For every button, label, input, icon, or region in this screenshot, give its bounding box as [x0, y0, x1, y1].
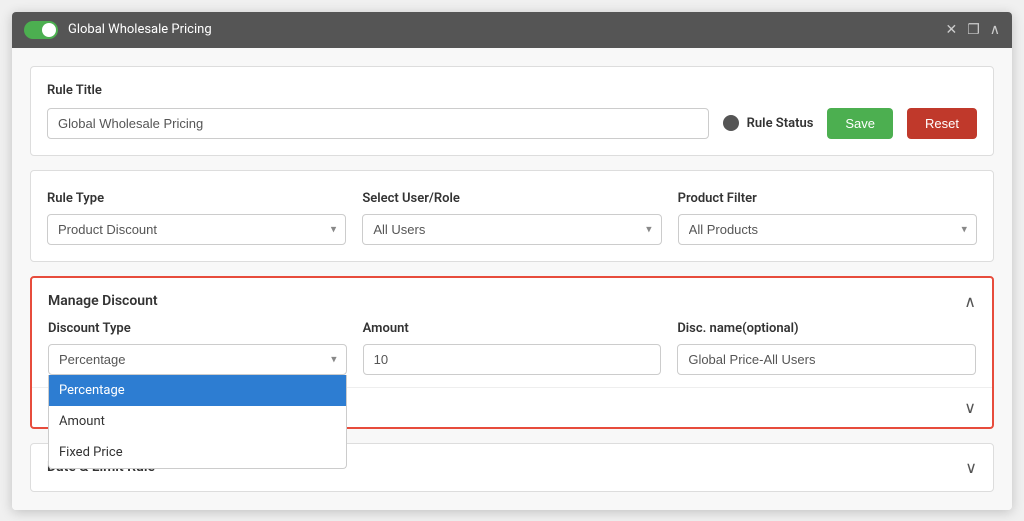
- rule-type-field: Rule Type Product Discount Fixed Price P…: [47, 191, 346, 245]
- titlebar-controls: ✕ ❐ ∧: [945, 22, 1000, 38]
- date-limit-chevron-icon[interactable]: ∨: [965, 458, 977, 477]
- disc-name-field: Disc. name(optional): [677, 321, 976, 375]
- discount-row: Discount Type Percentage Amount Fixed Pr…: [48, 321, 976, 375]
- discount-type-field: Discount Type Percentage Amount Fixed Pr…: [48, 321, 347, 375]
- save-button[interactable]: Save: [827, 108, 893, 139]
- amount-label: Amount: [363, 321, 662, 336]
- product-filter-label: Product Filter: [678, 191, 977, 206]
- dropdown-item-percentage[interactable]: Percentage: [49, 375, 346, 406]
- disc-name-input[interactable]: [677, 344, 976, 375]
- rule-options-grid: Rule Type Product Discount Fixed Price P…: [47, 191, 977, 245]
- product-filter-field: Product Filter All Products Category SKU…: [678, 191, 977, 245]
- copy-icon[interactable]: ❐: [967, 22, 980, 38]
- dropdown-item-fixed[interactable]: Fixed Price: [49, 437, 346, 468]
- conditions-chevron-icon[interactable]: ∨: [964, 398, 976, 417]
- user-role-field: Select User/Role All Users Registered Us…: [362, 191, 661, 245]
- rule-title-label: Rule Title: [47, 83, 977, 98]
- product-filter-wrapper: All Products Category SKU ▾: [678, 214, 977, 245]
- titlebar: Global Wholesale Pricing ✕ ❐ ∧: [12, 12, 1012, 48]
- close-icon[interactable]: ✕: [945, 22, 957, 38]
- rule-title-input[interactable]: [47, 108, 709, 139]
- dropdown-item-amount[interactable]: Amount: [49, 406, 346, 437]
- reset-button[interactable]: Reset: [907, 108, 977, 139]
- manage-discount-section: Manage Discount ∧ Discount Type Percenta…: [30, 276, 994, 429]
- manage-title: Manage Discount: [48, 293, 158, 309]
- manage-body: Discount Type Percentage Amount Fixed Pr…: [32, 321, 992, 387]
- discount-type-label: Discount Type: [48, 321, 347, 336]
- discount-type-select[interactable]: Percentage Amount Fixed Price: [48, 344, 347, 375]
- titlebar-toggle[interactable]: [24, 21, 58, 39]
- rule-options-section: Rule Type Product Discount Fixed Price P…: [30, 170, 994, 262]
- disc-name-label: Disc. name(optional): [677, 321, 976, 336]
- rule-title-section: Rule Title Rule Status Save Reset: [30, 66, 994, 156]
- collapse-icon[interactable]: ∧: [990, 22, 1000, 38]
- user-role-label: Select User/Role: [362, 191, 661, 206]
- rule-status-label: Rule Status: [747, 116, 814, 131]
- main-window: Global Wholesale Pricing ✕ ❐ ∧ Rule Titl…: [12, 12, 1012, 510]
- product-filter-select[interactable]: All Products Category SKU: [678, 214, 977, 245]
- user-role-wrapper: All Users Registered Users Guests ▾: [362, 214, 661, 245]
- titlebar-title: Global Wholesale Pricing: [68, 22, 935, 37]
- amount-input[interactable]: [363, 344, 662, 375]
- discount-type-dropdown-wrapper: Percentage Amount Fixed Price ▾ Percenta…: [48, 344, 347, 375]
- amount-field: Amount: [363, 321, 662, 375]
- manage-header: Manage Discount ∧: [32, 278, 992, 321]
- rule-type-wrapper: Product Discount Fixed Price Percentage …: [47, 214, 346, 245]
- chevron-up-icon[interactable]: ∧: [964, 292, 976, 311]
- rule-type-label: Rule Type: [47, 191, 346, 206]
- content-area: Rule Title Rule Status Save Reset Rule T…: [12, 48, 1012, 510]
- discount-type-menu: Percentage Amount Fixed Price: [48, 375, 347, 469]
- rule-type-select[interactable]: Product Discount Fixed Price Percentage: [47, 214, 346, 245]
- user-role-select[interactable]: All Users Registered Users Guests: [362, 214, 661, 245]
- rule-status-group: Rule Status: [723, 115, 814, 131]
- status-dot: [723, 115, 739, 131]
- rule-title-row: Rule Status Save Reset: [47, 108, 977, 139]
